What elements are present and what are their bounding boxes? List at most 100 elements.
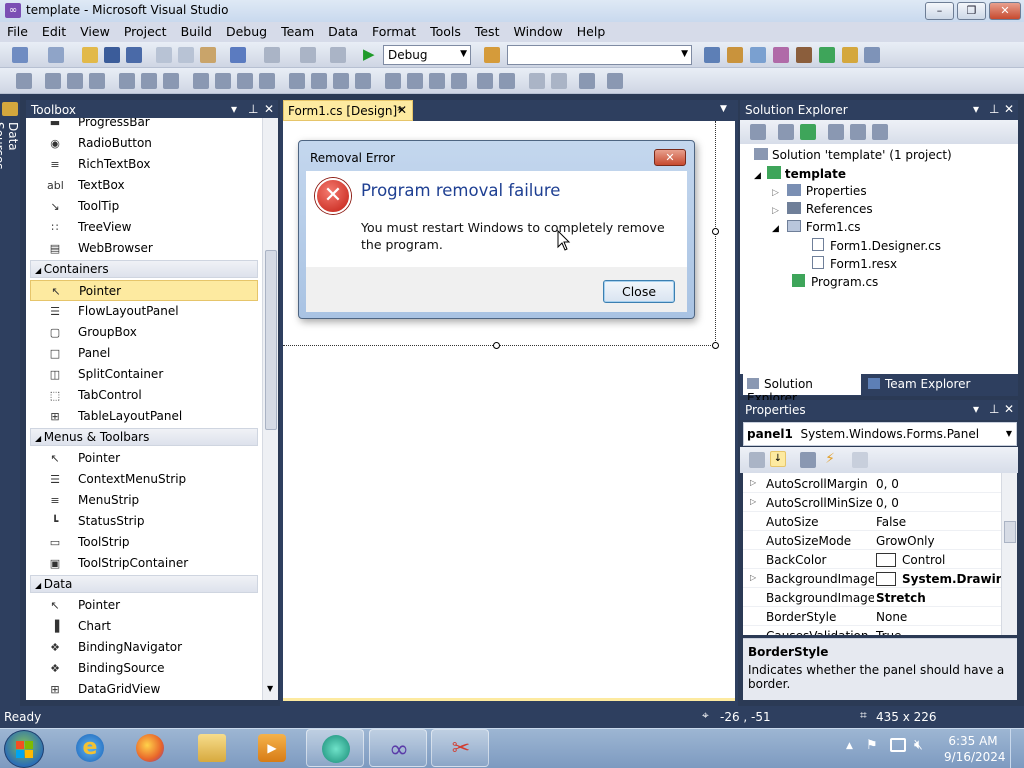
menu-help[interactable]: Help xyxy=(570,22,613,39)
vertical-spacing-icon[interactable] xyxy=(385,73,401,89)
solution-node[interactable]: Solution 'template' (1 project) xyxy=(754,148,952,162)
toolbox-item-tablelayoutpanel[interactable]: ⊞ TableLayoutPanel xyxy=(30,406,258,427)
increase-vertical-spacing-icon[interactable] xyxy=(407,73,423,89)
window-position-icon[interactable]: ▾ xyxy=(973,402,979,416)
toolbox-item-menustrip[interactable]: ≡ MenuStrip xyxy=(30,490,258,511)
taskbar-firefox[interactable] xyxy=(121,729,179,767)
make-same-width-icon[interactable] xyxy=(193,73,209,89)
property-row-backcolor[interactable]: BackColor Control xyxy=(743,550,1001,569)
increase-horizontal-spacing-icon[interactable] xyxy=(311,73,327,89)
clock[interactable]: 6:35 AM 9/16/2024 xyxy=(944,733,1006,765)
expand-arrow-icon[interactable]: ▷ xyxy=(750,497,756,506)
property-row-backgroundimage[interactable]: ▷ BackgroundImage System.Drawing. xyxy=(743,569,1017,588)
view-designer-icon[interactable] xyxy=(850,124,866,140)
menu-project[interactable]: Project xyxy=(117,22,174,39)
menu-build[interactable]: Build xyxy=(174,22,219,39)
properties-view-icon[interactable] xyxy=(800,452,816,468)
property-grid-scrollbar[interactable] xyxy=(1001,473,1017,635)
auto-hide-pin-icon[interactable]: ⊥ xyxy=(248,102,258,116)
menu-test[interactable]: Test xyxy=(468,22,507,39)
references-node[interactable]: ▷ References xyxy=(772,202,873,216)
toolbox-item-bindingnavigator[interactable]: ❖ BindingNavigator xyxy=(30,637,258,658)
command-window-icon[interactable] xyxy=(864,47,880,63)
lock-controls-icon[interactable] xyxy=(607,73,623,89)
form1-node[interactable]: ◢ Form1.cs xyxy=(772,220,860,234)
form1-designer-node[interactable]: Form1.Designer.cs xyxy=(812,238,941,253)
toolbox-item-tabcontrol[interactable]: ⬚ TabControl xyxy=(30,385,258,406)
toolbox-item-datagridview[interactable]: ⊞ DataGridView xyxy=(30,679,258,700)
maximize-button[interactable]: ❐ xyxy=(957,2,986,20)
property-value[interactable]: None xyxy=(876,610,907,624)
object-browser-icon[interactable] xyxy=(750,47,766,63)
scrollbar-thumb[interactable] xyxy=(265,250,277,430)
paste-icon[interactable] xyxy=(200,47,216,63)
show-desktop-button[interactable] xyxy=(1010,729,1024,768)
property-row-causesvalidation[interactable]: CausesValidationTrue xyxy=(743,626,1001,635)
property-value[interactable]: System.Drawing. xyxy=(876,572,1017,586)
action-center-flag-icon[interactable]: ⚑ xyxy=(866,738,878,753)
data-sources-tab[interactable]: Data Sources xyxy=(0,120,20,200)
menu-edit[interactable]: Edit xyxy=(35,22,73,39)
toolbox-item-flowlayoutpanel[interactable]: ☰ FlowLayoutPanel xyxy=(30,301,258,322)
property-value[interactable]: 0, 0 xyxy=(876,496,899,510)
send-to-back-icon[interactable] xyxy=(551,73,567,89)
team-explorer-tab[interactable]: Team Explorer xyxy=(866,374,986,395)
make-same-height-icon[interactable] xyxy=(215,73,231,89)
toolbox-item-tooltip[interactable]: ↘ ToolTip xyxy=(30,196,258,217)
taskbar-app-teal[interactable] xyxy=(306,729,364,767)
open-folder-icon[interactable] xyxy=(82,47,98,63)
resize-handle-bottom[interactable] xyxy=(493,342,500,349)
network-icon[interactable] xyxy=(890,738,906,752)
toolbox-item-textbox[interactable]: abl TextBox xyxy=(30,175,258,196)
toolbox-item-chart[interactable]: ▐ Chart xyxy=(30,616,258,637)
property-row-borderstyle[interactable]: BorderStyle None xyxy=(743,607,1001,626)
horizontal-spacing-icon[interactable] xyxy=(289,73,305,89)
minimize-button[interactable]: – xyxy=(925,2,954,20)
add-item-icon[interactable] xyxy=(48,47,64,63)
navigate-backward-icon[interactable] xyxy=(300,47,316,63)
taskbar-visual-studio[interactable]: ∞ xyxy=(369,729,427,767)
categorized-icon[interactable] xyxy=(749,452,765,468)
group-containers[interactable]: ◢ Containers xyxy=(30,260,258,278)
decrease-vertical-spacing-icon[interactable] xyxy=(429,73,445,89)
start-debugging-icon[interactable]: ▶ xyxy=(363,45,375,63)
center-vertically-icon[interactable] xyxy=(499,73,515,89)
form1-resx-node[interactable]: Form1.resx xyxy=(812,256,897,271)
properties-window-icon[interactable] xyxy=(727,47,743,63)
toolbox-item-toolstrip[interactable]: ▭ ToolStrip xyxy=(30,532,258,553)
toolbox-close-icon[interactable]: ✕ xyxy=(264,102,274,116)
property-row-autosizemode[interactable]: AutoSizeMode GrowOnly xyxy=(743,531,1001,550)
menu-window[interactable]: Window xyxy=(506,22,569,39)
tools-icon[interactable] xyxy=(796,47,812,63)
decrease-horizontal-spacing-icon[interactable] xyxy=(333,73,349,89)
alphabetical-icon[interactable]: ↓ xyxy=(770,451,786,467)
start-button[interactable] xyxy=(4,730,44,768)
solution-configuration-dropdown[interactable]: Debug ▼ xyxy=(383,45,471,65)
menu-view[interactable]: View xyxy=(73,22,117,39)
solution-explorer-icon[interactable] xyxy=(704,47,720,63)
align-tops-icon[interactable] xyxy=(119,73,135,89)
find-combo[interactable]: ▼ xyxy=(507,45,692,65)
group-data[interactable]: ◢ Data xyxy=(30,575,258,593)
tab-close-icon[interactable]: ✕ xyxy=(397,103,407,117)
resize-handle-right[interactable] xyxy=(712,228,719,235)
property-row-autoscrollminsize[interactable]: ▷ AutoScrollMinSize 0, 0 xyxy=(743,493,1001,512)
scroll-down-icon[interactable]: ▼ xyxy=(267,684,273,693)
window-position-icon[interactable]: ▾ xyxy=(231,102,237,116)
auto-hide-pin-icon[interactable]: ⊥ xyxy=(989,102,999,116)
solution-explorer-tab[interactable]: Solution Explorer xyxy=(743,374,861,405)
toolbox-item-progressbar[interactable]: ▬ ProgressBar xyxy=(30,118,258,133)
refresh-icon[interactable] xyxy=(800,124,816,140)
copy-icon[interactable] xyxy=(178,47,194,63)
active-files-dropdown-icon[interactable]: ▼ xyxy=(720,104,727,114)
tab-order-icon[interactable] xyxy=(579,73,595,89)
extension-manager-icon[interactable] xyxy=(842,47,858,63)
menu-format[interactable]: Format xyxy=(365,22,423,39)
property-value[interactable]: True xyxy=(876,629,902,635)
align-bottoms-icon[interactable] xyxy=(163,73,179,89)
menu-data[interactable]: Data xyxy=(321,22,365,39)
properties-icon[interactable] xyxy=(750,124,766,140)
property-row-autoscrollmargin[interactable]: ▷ AutoScrollMargin 0, 0 xyxy=(743,474,1001,493)
toolbox-item-panel[interactable]: □ Panel xyxy=(30,343,258,364)
property-value[interactable]: Stretch xyxy=(876,591,926,605)
